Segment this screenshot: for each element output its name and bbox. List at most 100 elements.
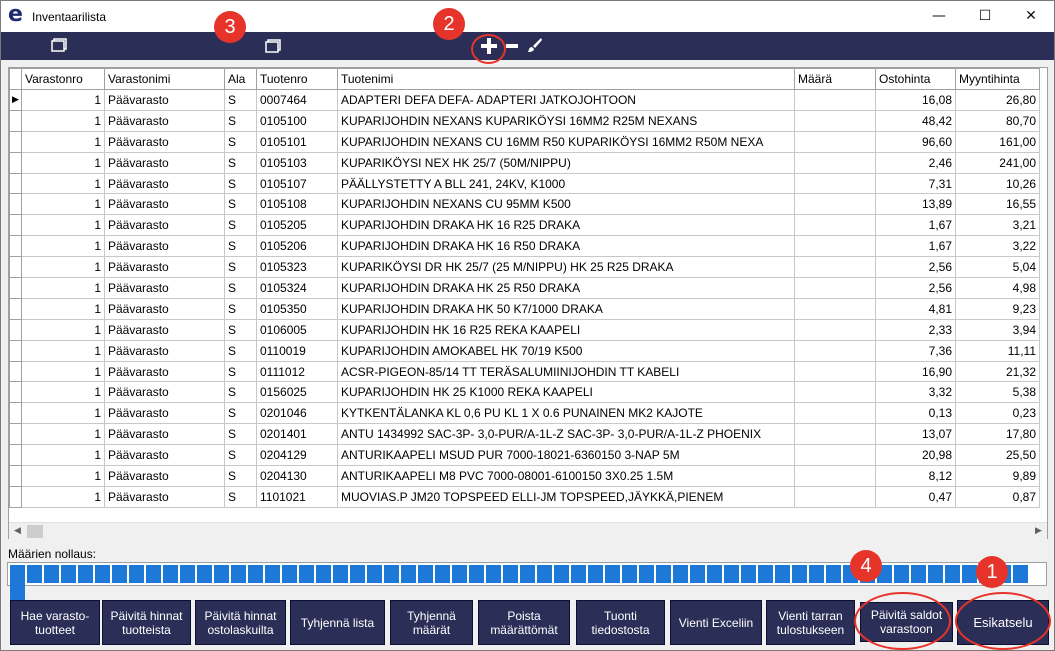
row-indicator[interactable] <box>9 109 22 132</box>
row-indicator[interactable] <box>9 256 22 279</box>
cell-area[interactable]: S <box>224 465 257 487</box>
cell-sales-price[interactable]: 161,00 <box>955 130 1040 153</box>
cell-product-number[interactable]: 0105324 <box>256 277 338 299</box>
cell-quantity[interactable] <box>794 485 876 508</box>
table-row[interactable]: 1 Päävarasto S 0110019 KUPARIJOHDIN AMOKABEL… <box>9 339 1040 362</box>
row-indicator[interactable] <box>9 444 22 467</box>
cell-product-name[interactable]: ADAPTERI DEFA DEFA- ADAPTERI JATKOJOHTOO… <box>337 89 795 111</box>
cell-product-number[interactable]: 0105206 <box>256 235 338 258</box>
cell-product-name[interactable]: ANTU 1434992 SAC-3P- 3,0-PUR/A-1L-Z SAC-… <box>337 423 795 446</box>
cell-purchase-price[interactable]: 16,90 <box>875 360 956 383</box>
cell-warehouse-number[interactable]: 1 <box>21 423 105 446</box>
cell-product-number[interactable]: 0110019 <box>256 339 338 362</box>
cell-quantity[interactable] <box>794 297 876 320</box>
cell-product-number[interactable]: 0201046 <box>256 402 338 425</box>
cell-quantity[interactable] <box>794 444 876 467</box>
cell-product-number[interactable]: 0007464 <box>256 89 338 111</box>
cell-warehouse-name[interactable]: Päävarasto <box>104 130 225 153</box>
cell-area[interactable]: S <box>224 172 257 195</box>
row-indicator[interactable] <box>9 193 22 216</box>
cell-sales-price[interactable]: 11,11 <box>955 339 1040 362</box>
cell-area[interactable]: S <box>224 297 257 320</box>
maximize-button[interactable]: ☐ <box>962 1 1008 32</box>
cell-product-name[interactable]: ANTURIKAAPELI MSUD PUR 7000-18021-636015… <box>337 444 795 467</box>
cell-warehouse-number[interactable]: 1 <box>21 89 105 111</box>
cell-product-name[interactable]: KUPARIJOHDIN DRAKA HK 16 R50 DRAKA <box>337 235 795 258</box>
cell-warehouse-name[interactable]: Päävarasto <box>104 444 225 467</box>
row-indicator[interactable] <box>9 130 22 153</box>
row-indicator[interactable] <box>9 360 22 383</box>
cell-quantity[interactable] <box>794 89 876 111</box>
column-header-product-name[interactable]: Tuotenimi <box>337 68 795 90</box>
export-label-print-button[interactable]: Vienti tarran tulostukseen <box>766 600 855 645</box>
table-row[interactable]: ▶ 1 Päävarasto S 0007464 ADAPTERI DEFA DEFA- … <box>9 89 1040 111</box>
cell-warehouse-name[interactable]: Päävarasto <box>104 402 225 425</box>
cell-area[interactable]: S <box>224 444 257 467</box>
cell-purchase-price[interactable]: 1,67 <box>875 235 956 258</box>
row-indicator[interactable] <box>9 485 22 508</box>
cell-product-number[interactable]: 0105108 <box>256 193 338 216</box>
cell-product-number[interactable]: 0111012 <box>256 360 338 383</box>
cell-sales-price[interactable]: 80,70 <box>955 109 1040 132</box>
export-excel-button[interactable]: Vienti Exceliin <box>670 600 762 645</box>
table-row[interactable]: 1 Päävarasto S 0105100 KUPARIJOHDIN NEXANS K… <box>9 109 1040 132</box>
cell-product-name[interactable]: ACSR-PIGEON-85/14 TT TERÄSALUMIINIJOHDIN… <box>337 360 795 383</box>
cell-purchase-price[interactable]: 0,13 <box>875 402 956 425</box>
cell-product-number[interactable]: 0105100 <box>256 109 338 132</box>
table-row[interactable]: 1 Päävarasto S 0105205 KUPARIJOHDIN DRAKA HK… <box>9 214 1040 237</box>
cell-quantity[interactable] <box>794 360 876 383</box>
table-row[interactable]: 1 Päävarasto S 0105206 KUPARIJOHDIN DRAKA HK… <box>9 235 1040 258</box>
row-indicator[interactable] <box>9 381 22 404</box>
cell-product-name[interactable]: KUPARIJOHDIN NEXANS KUPARIKÖYSI 16MM2 R2… <box>337 109 795 132</box>
cell-warehouse-number[interactable]: 1 <box>21 235 105 258</box>
scroll-left-icon[interactable]: ◀ <box>9 524 26 539</box>
cell-warehouse-number[interactable]: 1 <box>21 485 105 508</box>
row-indicator[interactable] <box>9 172 22 195</box>
cell-product-name[interactable]: KYTKENTÄLANKA KL 0,6 PU KL 1 X 0.6 PUNAI… <box>337 402 795 425</box>
fetch-stock-products-button[interactable]: Hae varasto- tuotteet <box>10 600 100 645</box>
cell-area[interactable]: S <box>224 214 257 237</box>
cell-purchase-price[interactable]: 0,47 <box>875 485 956 508</box>
table-row[interactable]: 1 Päävarasto S 0201046 KYTKENTÄLANKA KL 0,6 … <box>9 402 1040 425</box>
cell-product-name[interactable]: KUPARIJOHDIN DRAKA HK 25 R50 DRAKA <box>337 277 795 299</box>
cell-warehouse-name[interactable]: Päävarasto <box>104 214 225 237</box>
cell-product-name[interactable]: MUOVIAS.P JM20 TOPSPEED ELLI-JM TOPSPEED… <box>337 485 795 508</box>
clear-list-button[interactable]: Tyhjennä lista <box>290 600 385 645</box>
table-row[interactable]: 1 Päävarasto S 0105101 KUPARIJOHDIN NEXANS C… <box>9 130 1040 153</box>
cell-area[interactable]: S <box>224 485 257 508</box>
cell-warehouse-name[interactable]: Päävarasto <box>104 193 225 216</box>
cell-product-number[interactable]: 0204130 <box>256 465 338 487</box>
cell-product-number[interactable]: 0105107 <box>256 172 338 195</box>
row-indicator[interactable] <box>9 277 22 299</box>
cell-product-number[interactable]: 0156025 <box>256 381 338 404</box>
cell-sales-price[interactable]: 0,23 <box>955 402 1040 425</box>
column-header-quantity[interactable]: Määrä <box>794 68 876 90</box>
row-indicator[interactable] <box>9 297 22 320</box>
cell-product-number[interactable]: 0105101 <box>256 130 338 153</box>
cell-warehouse-number[interactable]: 1 <box>21 256 105 279</box>
inventory-grid[interactable]: Varastonro Varastonimi Ala Tuotenro Tuotenim… <box>8 67 1048 539</box>
cell-warehouse-name[interactable]: Päävarasto <box>104 465 225 487</box>
cell-quantity[interactable] <box>794 172 876 195</box>
cell-sales-price[interactable]: 25,50 <box>955 444 1040 467</box>
cell-warehouse-number[interactable]: 1 <box>21 109 105 132</box>
cell-quantity[interactable] <box>794 465 876 487</box>
cell-purchase-price[interactable]: 48,42 <box>875 109 956 132</box>
cell-area[interactable]: S <box>224 256 257 279</box>
scroll-thumb[interactable] <box>27 525 43 538</box>
cell-quantity[interactable] <box>794 402 876 425</box>
cell-product-number[interactable]: 0105350 <box>256 297 338 320</box>
cell-purchase-price[interactable]: 1,67 <box>875 214 956 237</box>
clear-quantities-button[interactable]: Tyhjennä määrät <box>390 600 473 645</box>
table-row[interactable]: 1 Päävarasto S 0105323 KUPARIKÖYSI DR HK 25/… <box>9 256 1040 279</box>
row-indicator[interactable] <box>9 235 22 258</box>
cell-sales-price[interactable]: 4,98 <box>955 277 1040 299</box>
cell-warehouse-number[interactable]: 1 <box>21 193 105 216</box>
cell-warehouse-name[interactable]: Päävarasto <box>104 423 225 446</box>
cell-warehouse-number[interactable]: 1 <box>21 151 105 174</box>
cell-sales-price[interactable]: 3,94 <box>955 318 1040 341</box>
cell-quantity[interactable] <box>794 318 876 341</box>
cell-sales-price[interactable]: 0,87 <box>955 485 1040 508</box>
cell-warehouse-number[interactable]: 1 <box>21 318 105 341</box>
cell-sales-price[interactable]: 10,26 <box>955 172 1040 195</box>
